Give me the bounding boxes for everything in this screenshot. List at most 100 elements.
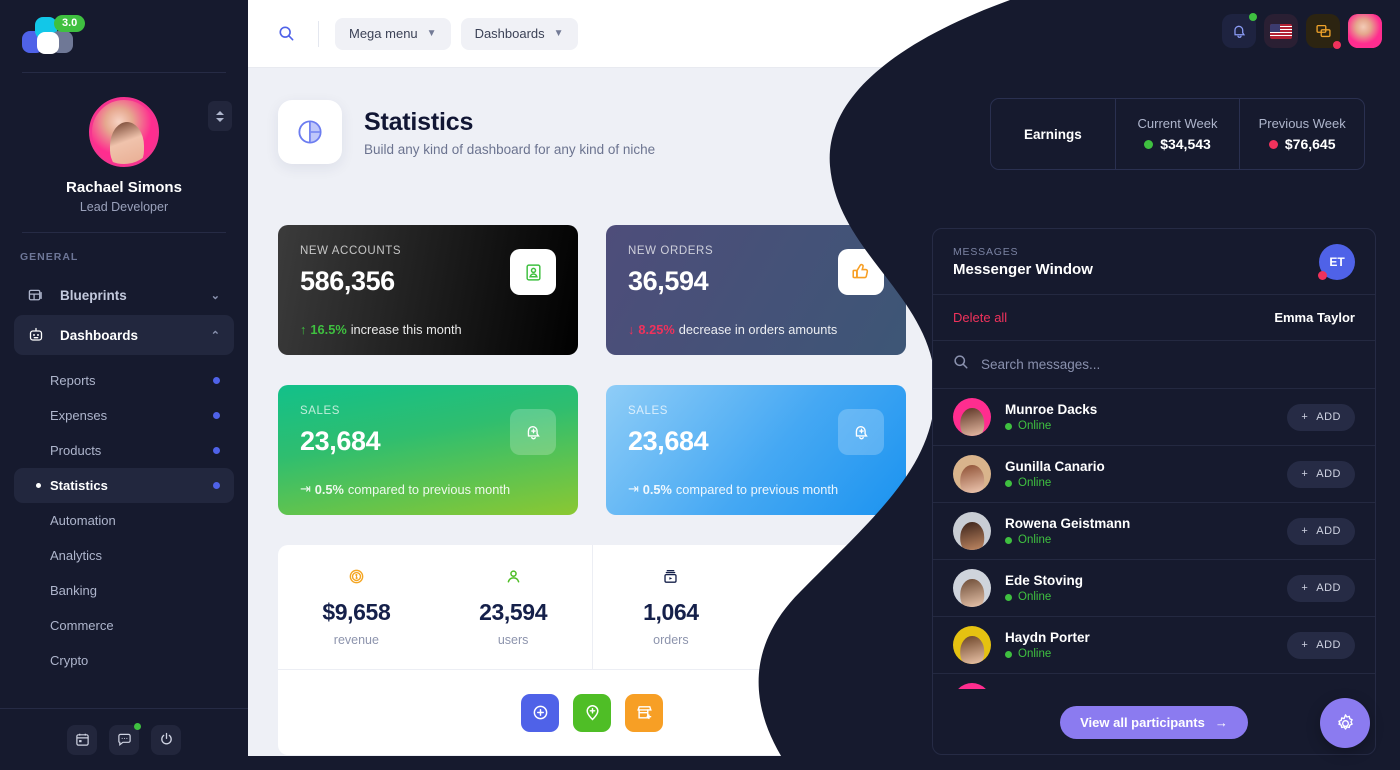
- sidebar-item-reports[interactable]: Reports: [14, 363, 234, 398]
- kpi-card-new-orders[interactable]: NEW ORDERS 36,594 ↓ 8.25% decrease in or…: [606, 225, 906, 355]
- chevron-up-icon: ⌃: [210, 329, 220, 342]
- chevron-down-icon: ▼: [426, 28, 437, 39]
- add-participant-button[interactable]: +ADD: [1287, 403, 1355, 431]
- sidebar-item-automation[interactable]: Automation: [14, 503, 234, 538]
- avatar: [953, 569, 991, 607]
- search-icon[interactable]: [270, 18, 302, 50]
- sidebar-item-dashboards-label: Dashboards: [60, 327, 139, 343]
- stat-label: orders: [809, 632, 846, 647]
- plus-icon: +: [1301, 411, 1309, 423]
- participant-name: Haydn Porter: [1005, 630, 1090, 645]
- sidebar-item-finance[interactable]: Finance: [14, 678, 234, 685]
- sidebar-item-analytics[interactable]: Analytics: [14, 538, 234, 573]
- status-dot-red: [1318, 270, 1327, 280]
- sidebar-item-expenses[interactable]: Expenses: [14, 398, 234, 433]
- messages-icon[interactable]: [1306, 14, 1341, 49]
- map-pin-icon[interactable]: [573, 693, 611, 732]
- avatar: [953, 512, 991, 550]
- list-item[interactable]: Ede Stoving Online + ADD: [933, 560, 1375, 617]
- participants-list: Munroe Dacks Online + ADD Gunilla Canario…: [933, 389, 1375, 689]
- version-badge: 3.0: [54, 15, 86, 32]
- chevron-down-icon: [216, 117, 224, 122]
- power-button[interactable]: [151, 724, 181, 755]
- participant-name: Rowena Geistmann: [1005, 516, 1131, 531]
- list-item[interactable]: Rowena Geistmann Online + ADD: [933, 503, 1375, 560]
- messenger-title: Messenger Window: [953, 260, 1093, 278]
- profile-switch-button[interactable]: [208, 101, 232, 131]
- sidebar-item-crypto-label: Crypto: [50, 653, 89, 668]
- calendar-button[interactable]: [67, 724, 97, 755]
- kpi-card-sales-blue[interactable]: SALES 23,684 ⇥ 0.5% compared to previous…: [606, 385, 906, 515]
- app-root: 3.0 Rachael Simons Lead Developer GENERA…: [0, 0, 1400, 770]
- sidebar-item-dashboards[interactable]: Dashboards ⌃: [14, 315, 234, 355]
- store-add-icon[interactable]: [625, 693, 663, 732]
- sidebar-item-crypto[interactable]: Crypto: [14, 643, 234, 678]
- sidebar-item-statistics[interactable]: Statistics: [14, 468, 234, 503]
- avatar: [953, 683, 991, 689]
- avatar: [953, 398, 991, 436]
- search-input[interactable]: [981, 357, 1355, 372]
- list-item[interactable]: Rueben Hays Online +ADD: [933, 674, 1375, 689]
- earnings-current-week: Current Week $34,543: [1114, 99, 1240, 169]
- flag-usa-icon[interactable]: [1264, 14, 1298, 48]
- sidebar-item-banking[interactable]: Banking: [14, 573, 234, 608]
- kpi-note: decrease in orders amounts: [678, 322, 838, 337]
- user-avatar[interactable]: [1348, 14, 1382, 48]
- list-item[interactable]: Munroe Dacks Online + ADD: [933, 389, 1375, 446]
- stats-action-row: [278, 670, 906, 755]
- kpi-percent: 0.5%: [642, 481, 672, 497]
- sidebar-item-commerce[interactable]: Commerce: [14, 608, 234, 643]
- participant-name: Rueben Hays: [1005, 687, 1091, 689]
- kpi-percent: 0.5%: [314, 481, 344, 497]
- kpi-footnote: ⇥ 0.5% compared to previous month: [628, 481, 838, 497]
- brand-logo[interactable]: 3.0: [0, 0, 248, 72]
- sidebar: 3.0 Rachael Simons Lead Developer GENERA…: [0, 0, 248, 770]
- mega-menu-label: Mega menu: [349, 26, 418, 41]
- profile-avatar[interactable]: [89, 97, 159, 167]
- dashboards-menu-button[interactable]: Dashboards ▼: [460, 17, 578, 50]
- add-circle-icon[interactable]: [521, 693, 559, 732]
- messenger-avatar[interactable]: ET: [1318, 243, 1355, 280]
- kpi-card-sales-green[interactable]: SALES 23,684 ⇥ 0.5% compared to previous…: [278, 385, 578, 515]
- delete-all-button[interactable]: Delete all: [953, 310, 1007, 325]
- add-participant-button[interactable]: +ADD: [1287, 460, 1355, 488]
- active-bullet-icon: [36, 483, 41, 488]
- page-header: Statistics Build any kind of dashboard f…: [278, 100, 655, 164]
- sidebar-item-products-label: Products: [50, 443, 102, 458]
- view-all-participants-button[interactable]: View all participants →: [1060, 705, 1248, 739]
- search-icon: [953, 354, 969, 375]
- profile-name: Rachael Simons: [66, 179, 182, 196]
- previous-week-value-row: $76,645: [1268, 136, 1336, 152]
- add-participant-button[interactable]: +ADD: [1287, 517, 1355, 545]
- settings-fab[interactable]: [1320, 698, 1370, 748]
- earnings-label-cell: Earnings: [991, 99, 1115, 169]
- robot-icon: [28, 327, 50, 343]
- sidebar-item-products[interactable]: Products: [14, 433, 234, 468]
- kpi-percent: 8.25%: [638, 322, 675, 337]
- stat-orders-1: 1,064 orders: [593, 545, 750, 669]
- add-participant-button[interactable]: +ADD: [1287, 631, 1355, 659]
- chevron-down-icon: ▼: [553, 28, 564, 39]
- list-item[interactable]: Haydn Porter Online + ADD: [933, 617, 1375, 674]
- nav-status-dot: [213, 412, 220, 419]
- bell-icon[interactable]: [1222, 13, 1257, 48]
- trend-flat-icon: ⇥: [628, 481, 639, 496]
- kpi-percent: 16.5%: [310, 322, 347, 337]
- add-participant-button[interactable]: +ADD: [1287, 574, 1355, 602]
- stat-value: $9,658: [322, 598, 391, 625]
- stat-users: 23,594 users: [435, 545, 593, 669]
- stat-value: 1,064: [643, 598, 699, 625]
- plus-icon: +: [1301, 582, 1309, 594]
- add-participant-button[interactable]: +ADD: [1287, 688, 1355, 689]
- sidebar-item-blueprints[interactable]: Blueprints ⌄: [14, 275, 234, 315]
- kpi-card-new-accounts[interactable]: NEW ACCOUNTS 586,356 ↑ 16.5% increase th…: [278, 225, 578, 355]
- chat-button[interactable]: [109, 722, 141, 755]
- current-week-value: $34,543: [1160, 136, 1211, 152]
- current-week-value-row: $34,543: [1144, 136, 1211, 152]
- previous-week-value: $76,645: [1284, 136, 1336, 152]
- list-item[interactable]: Gunilla Canario Online + ADD: [933, 446, 1375, 503]
- participant-status: Online: [1005, 420, 1097, 432]
- header-actions: [1222, 13, 1382, 49]
- nav-status-dot: [213, 447, 220, 454]
- mega-menu-button[interactable]: Mega menu ▼: [335, 17, 451, 50]
